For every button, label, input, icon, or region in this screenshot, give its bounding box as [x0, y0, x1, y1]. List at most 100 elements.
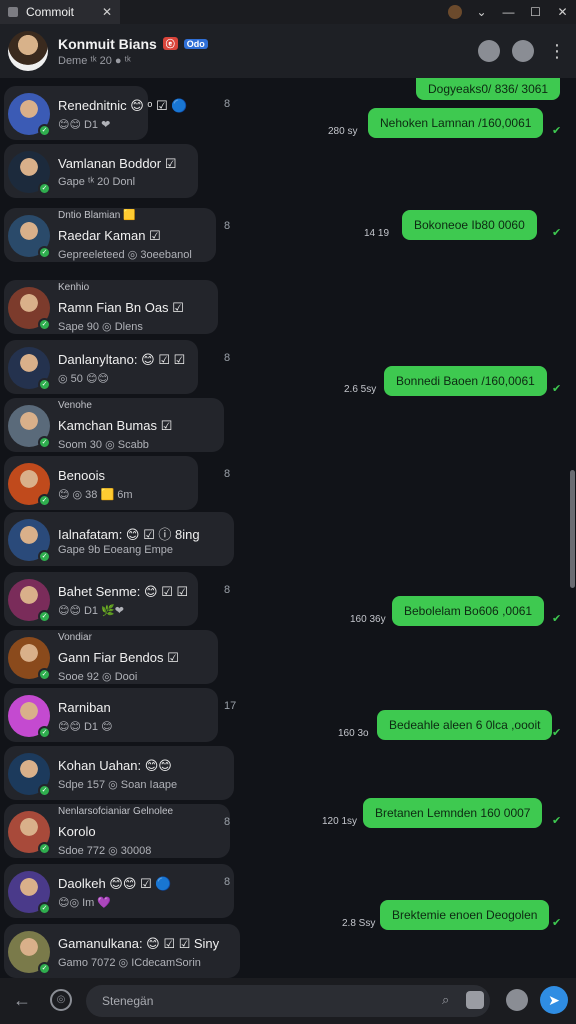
- chat-count: 8: [224, 352, 231, 364]
- browser-tab[interactable]: Commoit ✕: [0, 0, 120, 24]
- more-icon[interactable]: ⋮: [546, 40, 568, 62]
- message-time: 14 19: [364, 228, 390, 239]
- verified-check-icon: ✓: [38, 962, 51, 975]
- scrollbar-thumb[interactable]: [570, 470, 575, 588]
- chat-preview: 😊😊 D1 😊: [58, 721, 113, 733]
- minimize-button[interactable]: —: [495, 5, 522, 19]
- message-bubble[interactable]: Bedeahle aleen 6 0lca ,oooit: [377, 710, 553, 740]
- chat-preview: ◎ 50 😊😊: [58, 373, 109, 385]
- message-bubble[interactable]: Bokoneoe Ib80 0060: [402, 210, 537, 240]
- verified-check-icon: ✓: [38, 842, 51, 855]
- chat-name: Vamlanan Boddor ☑: [58, 156, 177, 171]
- chat-small-label: Kenhio: [58, 282, 90, 293]
- send-button[interactable]: ➤: [540, 986, 568, 1014]
- chat-name: Daolkeh 😊😊 ☑ 🔵: [58, 876, 172, 891]
- chat-name: Kohan Uahan: 😊😊: [58, 758, 172, 773]
- chat-small-label: Nenlarsofcianiar Gelnolee: [58, 806, 174, 817]
- contact-avatar[interactable]: [8, 31, 48, 71]
- badge-red: ⓔ: [162, 37, 178, 50]
- message-bubble[interactable]: Bebolelam Bo606 ,0061: [392, 596, 545, 626]
- verified-check-icon: ✓: [38, 436, 51, 449]
- close-button[interactable]: ✕: [549, 5, 576, 19]
- maximize-button[interactable]: ☐: [522, 5, 549, 19]
- message-input[interactable]: [86, 985, 490, 1017]
- chat-preview: Sooe 92 ◎ Dooi: [58, 671, 138, 683]
- favicon-icon: [8, 7, 18, 17]
- contact-name-row: Konmuit Bians ⓔ Odo: [58, 36, 208, 52]
- title-bar: Commoit ✕ ⌄ — ☐ ✕: [0, 0, 576, 24]
- message-bubble[interactable]: Nehoken Lamnan /160,0061: [368, 108, 544, 138]
- verified-check-icon: ✓: [38, 378, 51, 391]
- chevron-down-icon[interactable]: ⌄: [468, 5, 495, 19]
- emoji-icon[interactable]: [506, 989, 528, 1011]
- verified-check-icon: ✓: [38, 902, 51, 915]
- verified-check-icon: ✓: [38, 494, 51, 507]
- chat-name: Raedar Kaman ☑: [58, 228, 161, 243]
- message-time: 2.6 5sy: [344, 384, 377, 395]
- chat-name: Ialnafatam: 😊 ☑ ⓘ 8ing: [58, 527, 200, 542]
- chat-name: Kamchan Bumas ☑: [58, 418, 173, 433]
- read-receipt-icon: ✔: [552, 125, 562, 137]
- chat-preview: Sdpe 157 ◎ Soan Iaape: [58, 779, 178, 791]
- chat-count: 8: [224, 816, 231, 828]
- tab-close-icon[interactable]: ✕: [102, 5, 112, 19]
- message-bubble[interactable]: Bretanen Lemnden 160 0007: [363, 798, 543, 828]
- chat-header: Konmuit Bians ⓔ Odo Deme ᵗᵏ 20 ● ᵗᵏ ⋮: [0, 24, 576, 78]
- message-bubble[interactable]: Dogyeaks0/ 836/ 3061: [416, 78, 561, 100]
- message-time: 160 3o: [338, 728, 369, 739]
- chat-count: 8: [224, 98, 231, 110]
- sticker-icon[interactable]: [466, 991, 484, 1009]
- chat-preview: Gape 9b Eoeang Empe: [58, 544, 173, 556]
- chat-row[interactable]: ✓ Kenhio Ramn Fian Bn Oas ☑ Sape 90 ◎ Dlens: [0, 280, 576, 338]
- chat-preview: Soom 30 ◎ Scabb: [58, 439, 149, 451]
- chat-small-label: Dntio Blamian 🟨: [58, 210, 136, 221]
- contact-info[interactable]: Konmuit Bians ⓔ Odo Deme ᵗᵏ 20 ● ᵗᵏ: [58, 36, 208, 67]
- chat-row[interactable]: ✓ Gamanulkana: 😊 ☑ ☑ Siny Gamo 7072 ◎ ICde…: [0, 924, 576, 978]
- message-bubble[interactable]: Bonnedi Baoen /160,0061: [384, 366, 547, 396]
- chat-name: Ramn Fian Bn Oas ☑: [58, 300, 184, 315]
- composer-bar: ← ◎ ⌕ ➤: [0, 978, 576, 1024]
- verified-check-icon: ✓: [38, 182, 51, 195]
- chat-row[interactable]: ✓ Benoois 😊 ◎ 38 🟨 6m 8: [0, 456, 576, 514]
- chat-row[interactable]: ✓ Kohan Uahan: 😊😊 Sdpe 157 ◎ Soan Iaape: [0, 746, 576, 804]
- verified-check-icon: ✓: [38, 726, 51, 739]
- verified-check-icon: ✓: [38, 668, 51, 681]
- chat-row[interactable]: ✓ Venohe Kamchan Bumas ☑ Soom 30 ◎ Scabb: [0, 398, 576, 456]
- attach-icon[interactable]: ◎: [50, 989, 72, 1011]
- chat-count: 17: [224, 700, 237, 712]
- chat-row[interactable]: ✓ Vondiar Gann Fiar Bendos ☑ Sooe 92 ◎ Dooi: [0, 630, 576, 688]
- chat-preview: 😊 ◎ 38 🟨 6m: [58, 489, 133, 501]
- user-avatar-icon[interactable]: [448, 5, 462, 19]
- verified-check-icon: ✓: [38, 784, 51, 797]
- chat-count: 8: [224, 220, 231, 232]
- profile-icon[interactable]: [478, 40, 500, 62]
- composer-search-icon[interactable]: ⌕: [442, 992, 449, 1008]
- chat-preview: Gamo 7072 ◎ ICdecamSorin: [58, 957, 201, 969]
- read-receipt-icon: ✔: [552, 815, 562, 827]
- chat-name: Bahet Senme: 😊 ☑ ☑: [58, 584, 189, 599]
- search-icon[interactable]: [512, 40, 534, 62]
- message-time: 280 sy: [328, 126, 358, 137]
- chat-name: Rarniban: [58, 700, 111, 715]
- verified-check-icon: ✓: [38, 550, 51, 563]
- read-receipt-icon: ✔: [552, 727, 562, 739]
- chat-preview: Sdoe 772 ◎ 30008: [58, 845, 152, 857]
- chat-small-label: Vondiar: [58, 632, 92, 643]
- chat-count: 8: [224, 876, 231, 888]
- read-receipt-icon: ✔: [552, 917, 562, 929]
- window-controls: ⌄ — ☐ ✕: [442, 0, 576, 24]
- message-bubble[interactable]: Brektemie enoen Deogolen: [380, 900, 550, 930]
- chat-preview: 😊😊 D1 ❤: [58, 119, 111, 131]
- verified-check-icon: ✓: [38, 318, 51, 331]
- chat-row[interactable]: ✓ Vamlanan Boddor ☑ Gape ᵗᵏ 20 Donl: [0, 144, 576, 202]
- badge-blue: Odo: [183, 38, 208, 49]
- read-receipt-icon: ✔: [552, 613, 562, 625]
- chat-name: Gann Fiar Bendos ☑: [58, 650, 179, 665]
- back-arrow-icon[interactable]: ←: [10, 988, 34, 1012]
- message-time: 120 1sy: [322, 816, 358, 827]
- chat-preview: 😊◎ Im 💜: [58, 897, 112, 909]
- header-actions: ⋮: [478, 40, 568, 62]
- chat-row[interactable]: ✓ Ialnafatam: 😊 ☑ ⓘ 8ing Gape 9b Eoeang Em…: [0, 512, 576, 570]
- chat-list[interactable]: ✓ Renednitnic 😊 ᵒ ☑ 🔵 😊😊 D1 ❤ 8 ✓ Vamlanan Bo…: [0, 78, 576, 978]
- chat-preview: Gepreeleteed ◎ 3oeebanol: [58, 249, 192, 261]
